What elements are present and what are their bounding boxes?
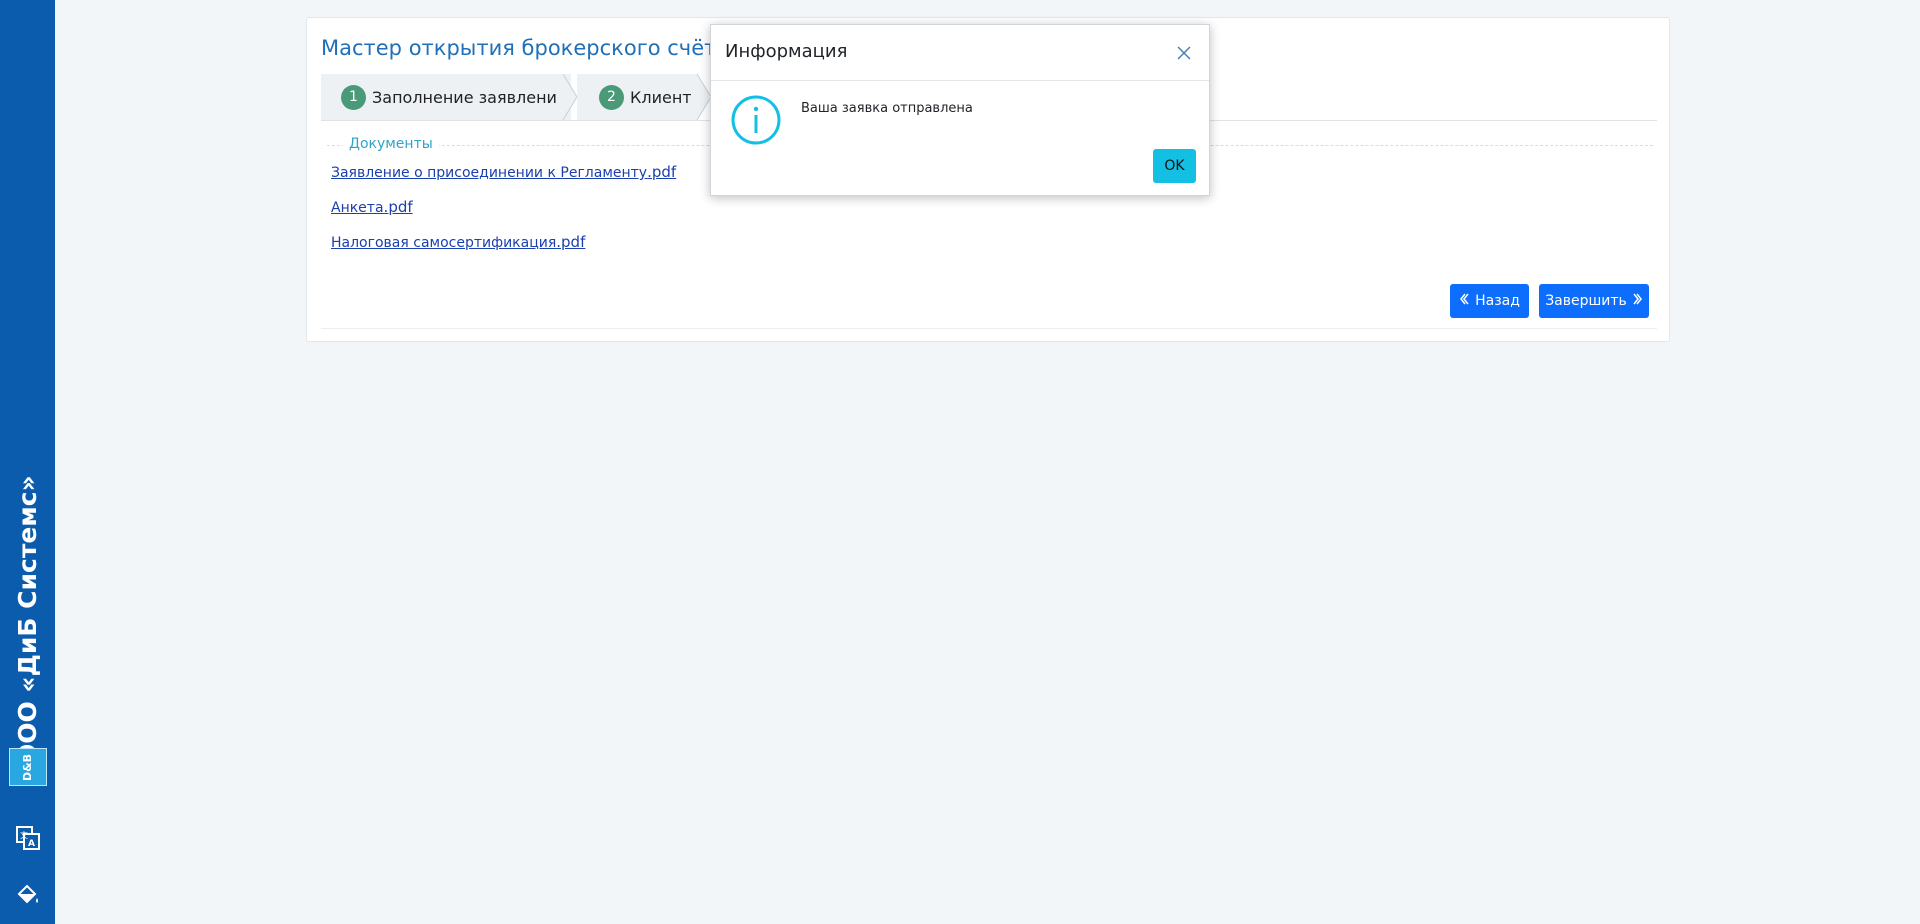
card-footer-divider	[321, 328, 1657, 329]
sidebar: ООО «ДиБ Системс» D&B 文 A	[0, 0, 55, 924]
document-link-ext: .pdf	[383, 198, 413, 216]
step-client[interactable]: 2 Клиент	[577, 74, 697, 120]
svg-text:A: A	[28, 839, 35, 849]
modal-header: Информация	[711, 25, 1209, 81]
modal-message: Ваша заявка отправлена	[801, 101, 973, 116]
document-link[interactable]: Анкета.pdf	[331, 198, 413, 216]
svg-text:文: 文	[20, 830, 28, 840]
chevron-left-icon	[1459, 293, 1469, 309]
step-label: Клиент	[630, 87, 692, 107]
document-link[interactable]: Заявление о присоединении к Регламенту.p…	[331, 163, 676, 181]
step-label: Заполнение заявления	[372, 87, 567, 107]
document-link[interactable]: Налоговая самосертификация.pdf	[331, 233, 585, 251]
documents-legend: Документы	[343, 136, 439, 152]
info-icon	[730, 94, 782, 146]
finish-button[interactable]: Завершить	[1539, 284, 1649, 318]
chevron-right-icon	[1633, 293, 1643, 309]
brand-name: ООО «ДиБ Системс»	[13, 475, 42, 765]
info-modal: Информация Ваша заявка отправлена OK	[710, 24, 1210, 196]
wizard-title: Мастер открытия брокерского счёта	[321, 36, 730, 60]
brand-logo: D&B	[9, 748, 47, 786]
translate-icon[interactable]: 文 A	[13, 823, 43, 853]
ok-button[interactable]: OK	[1153, 149, 1196, 183]
modal-title: Информация	[725, 41, 848, 62]
close-icon[interactable]	[1175, 44, 1193, 62]
step-separator-icon	[691, 74, 711, 120]
finish-button-label: Завершить	[1545, 293, 1627, 309]
back-button[interactable]: Назад	[1450, 284, 1529, 318]
document-link-ext: .pdf	[556, 233, 586, 251]
step-number: 1	[341, 84, 366, 110]
step-number: 2	[599, 84, 624, 110]
document-link-name: Заявление о присоединении к Регламенту	[331, 165, 648, 181]
document-link-name: Налоговая самосертификация	[331, 235, 557, 251]
paint-bucket-icon[interactable]	[13, 880, 43, 910]
document-link-name: Анкета	[331, 200, 384, 216]
step-separator-icon	[557, 74, 577, 120]
brand-logo-text: D&B	[21, 753, 35, 781]
document-link-ext: .pdf	[647, 163, 677, 181]
back-button-label: Назад	[1475, 293, 1520, 309]
step-fill-application[interactable]: 1 Заполнение заявления	[321, 74, 571, 120]
